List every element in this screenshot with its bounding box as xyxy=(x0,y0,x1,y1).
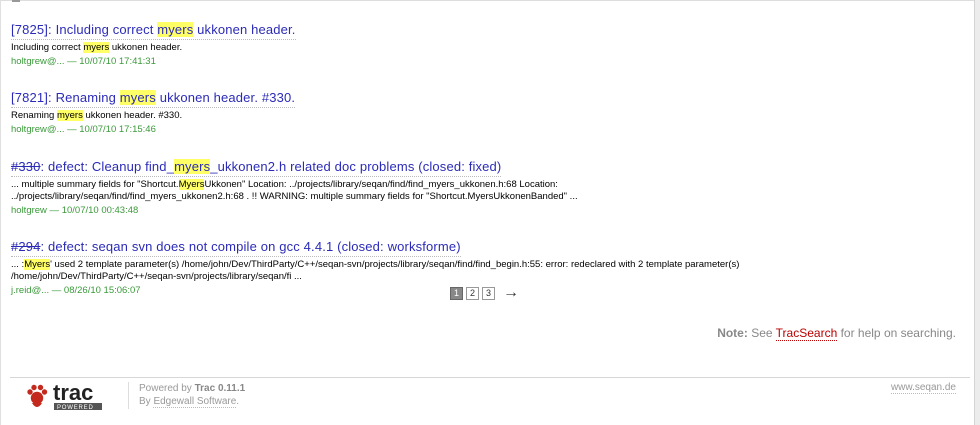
trac-logo[interactable]: trac POWERED xyxy=(24,380,110,411)
result-excerpt: Including correct myers ukkonen header. xyxy=(11,42,183,53)
trac-logo-text: trac xyxy=(53,381,93,405)
result-author: j.reid@... xyxy=(11,285,50,296)
footer-separator xyxy=(128,382,129,409)
ticket-number: #330 xyxy=(11,159,41,174)
result-date: — 10/07/10 17:15:46 xyxy=(64,124,156,135)
result-author: holtgrew xyxy=(11,205,47,216)
trac-paw-icon: trac POWERED xyxy=(27,380,102,411)
page-3-link[interactable]: 3 xyxy=(482,286,495,300)
page-1-current: 1 xyxy=(450,286,463,300)
highlight: myers xyxy=(157,22,194,37)
result-title-link[interactable]: #330: defect: Cleanup find_myers_ukkonen… xyxy=(11,158,502,177)
search-result: [7825]: Including correct myers ukkonen … xyxy=(11,21,961,68)
search-help-note: Note: See TracSearch for help on searchi… xyxy=(717,326,956,341)
trac-logo-powered: POWERED xyxy=(57,405,94,411)
result-title-link[interactable]: [7821]: Renaming myers ukkonen header. #… xyxy=(11,89,296,108)
result-date: — 08/26/10 15:06:07 xyxy=(49,285,141,296)
result-author: holtgrew@... xyxy=(11,56,65,67)
top-cut-marker xyxy=(12,0,20,2)
site-link[interactable]: www.seqan.de xyxy=(890,382,956,394)
ticket-number: #294 xyxy=(11,239,41,254)
result-excerpt: Renaming myers ukkonen header. #330. xyxy=(11,110,183,121)
page-2-link[interactable]: 2 xyxy=(466,286,479,300)
highlight: myers xyxy=(119,90,156,105)
footer-divider xyxy=(10,377,970,378)
tracsearch-link[interactable]: TracSearch xyxy=(775,326,838,341)
top-border xyxy=(0,0,980,1)
trac-version-link[interactable]: Trac 0.11.1 xyxy=(195,383,246,394)
highlight: Myers xyxy=(24,259,51,270)
result-excerpt: ... :Myers' used 2 template parameter(s)… xyxy=(11,259,740,282)
result-meta: holtgrew@... — 10/07/10 17:41:31 xyxy=(11,56,961,68)
result-date: — 10/07/10 17:41:31 xyxy=(64,56,156,67)
search-result: #330: defect: Cleanup find_myers_ukkonen… xyxy=(11,158,961,217)
highlight: myers xyxy=(174,159,211,174)
result-title-link[interactable]: #294: defect: seqan svn does not compile… xyxy=(11,238,461,257)
result-meta: holtgrew — 10/07/10 00:43:48 xyxy=(11,205,961,217)
edgewall-link[interactable]: Edgewall Software xyxy=(153,396,237,408)
window-scrollbar[interactable] xyxy=(974,0,980,425)
result-date: — 10/07/10 00:43:48 xyxy=(46,205,139,216)
search-result: [7821]: Renaming myers ukkonen header. #… xyxy=(11,89,961,136)
pagination: 1 2 3 → xyxy=(450,285,519,301)
powered-by-text: Powered by Trac 0.11.1 By Edgewall Softw… xyxy=(139,383,246,408)
next-page-arrow-icon[interactable]: → xyxy=(503,285,519,301)
highlight: Myers xyxy=(178,179,205,190)
left-border xyxy=(0,0,1,425)
result-excerpt: ... multiple summary fields for "Shortcu… xyxy=(11,179,578,202)
result-title-link[interactable]: [7825]: Including correct myers ukkonen … xyxy=(11,21,296,40)
search-results: [7825]: Including correct myers ukkonen … xyxy=(11,21,961,316)
result-author: holtgrew@... xyxy=(11,124,65,135)
highlight: myers xyxy=(83,42,110,53)
highlight: myers xyxy=(56,110,83,121)
result-meta: holtgrew@... — 10/07/10 17:15:46 xyxy=(11,124,961,136)
